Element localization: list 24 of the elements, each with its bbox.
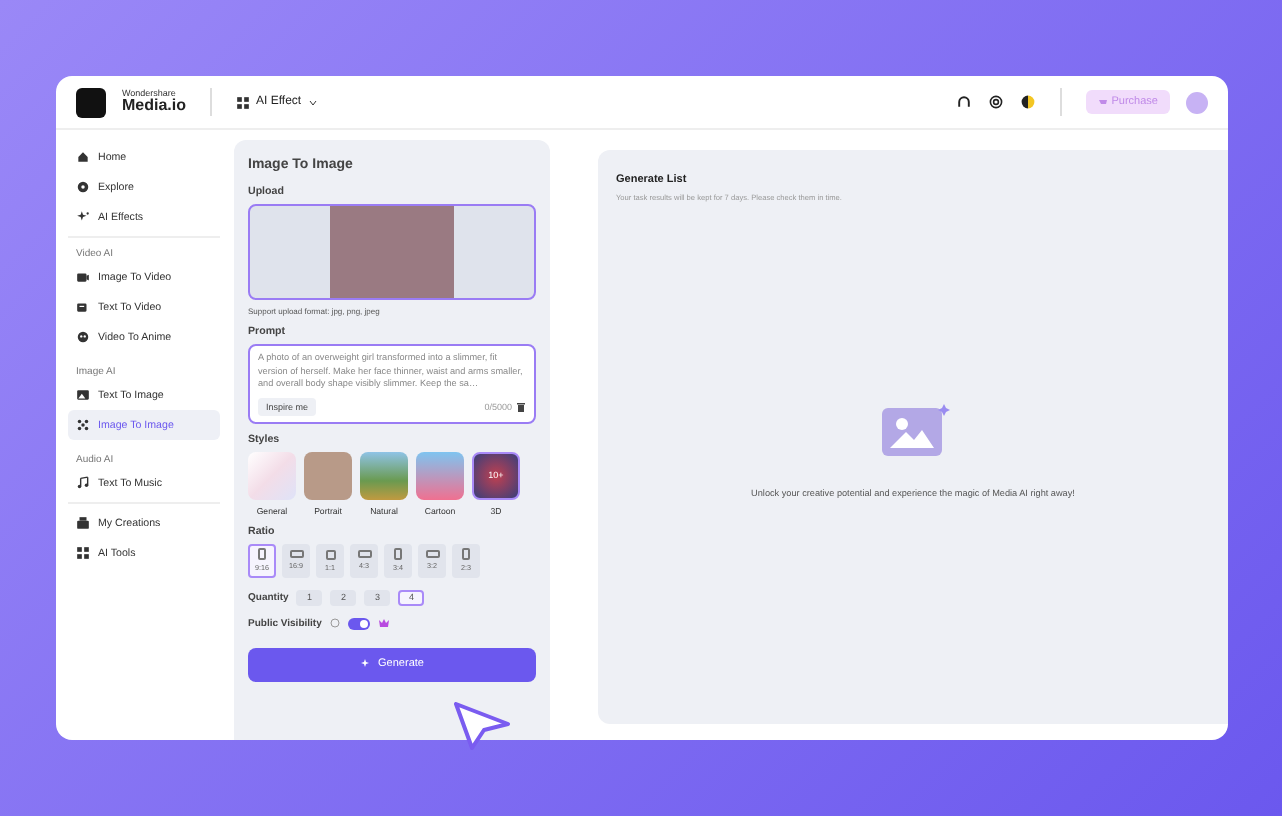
sparkle-icon	[360, 658, 373, 671]
home-icon	[76, 150, 90, 164]
brand-name: Media.io	[122, 98, 187, 115]
mask-icon	[76, 330, 90, 344]
theme-icon[interactable]	[1019, 94, 1036, 110]
grid-icon	[236, 95, 251, 109]
upload-area[interactable]	[248, 204, 536, 300]
info-icon	[329, 618, 340, 629]
music-note-icon	[76, 476, 90, 490]
crown-icon	[377, 618, 390, 629]
trash-icon[interactable]	[516, 401, 526, 412]
headset-icon[interactable]	[955, 94, 972, 110]
photo-placeholder	[330, 206, 454, 298]
dots-icon	[76, 418, 90, 432]
box-icon	[76, 516, 90, 530]
image-icon	[76, 388, 90, 402]
logo-icon	[76, 87, 106, 117]
grid-icon	[76, 546, 90, 560]
cursor-icon	[452, 700, 512, 752]
compass-icon	[76, 180, 90, 194]
sparkle-icon	[76, 210, 90, 224]
chevron-down-icon	[307, 97, 318, 107]
cart-icon	[1097, 97, 1108, 107]
visibility-toggle[interactable]	[347, 617, 370, 630]
